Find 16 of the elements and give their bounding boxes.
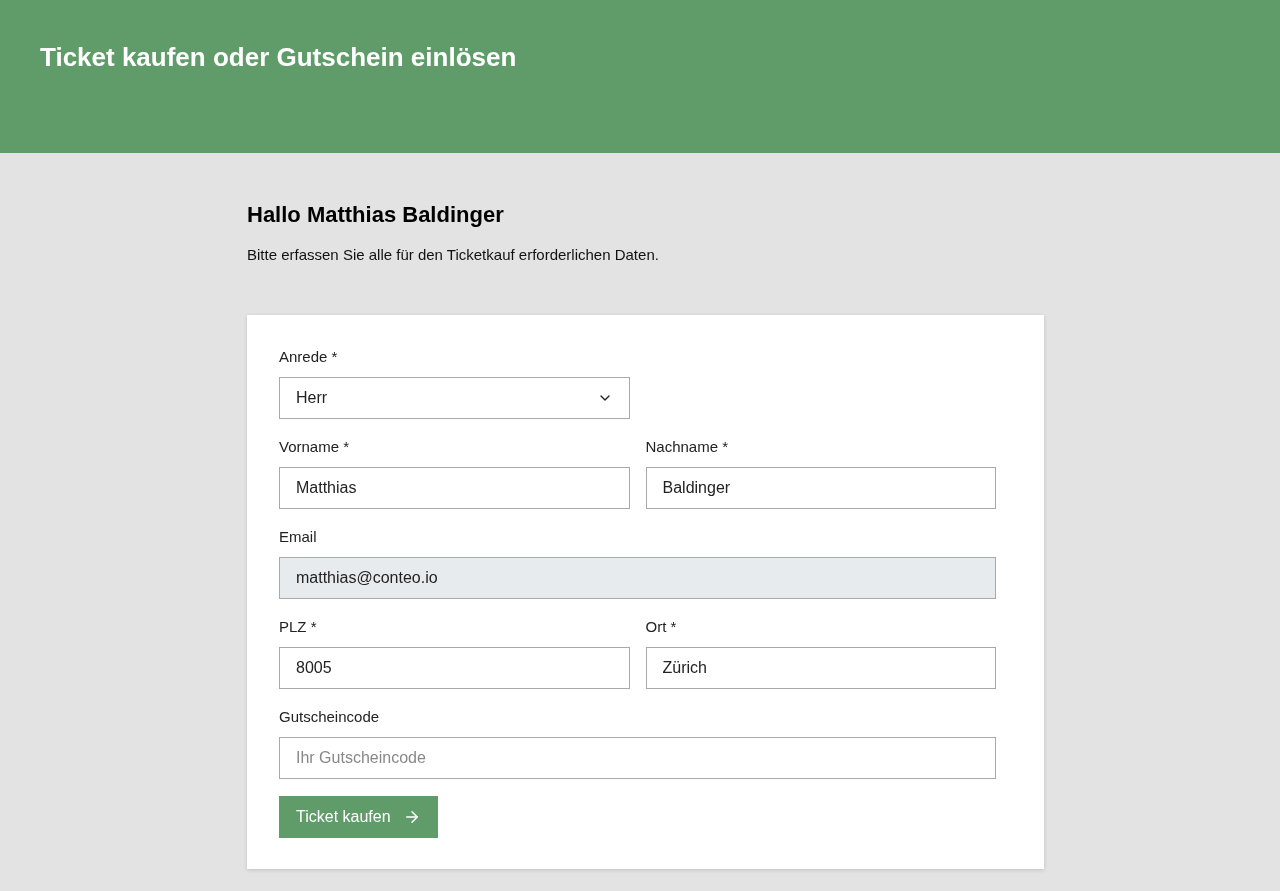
field-label: Ort * [645,617,678,637]
greeting-heading: Hallo Matthias Baldinger [247,201,505,229]
field-label: Vorname * [279,437,351,457]
field-label: PLZ * [279,617,318,637]
field-label: Anrede * [279,347,339,367]
field-label: Email [279,527,318,547]
salutation-select[interactable]: Herr [279,377,630,419]
field-label: Gutscheincode [279,707,381,727]
field-label: Nachname * [645,437,730,457]
input-field[interactable]: Ihr Gutscheincode [279,737,996,779]
intro-text: Bitte erfassen Sie alle für den Ticketkauf erforderlichen Daten. [247,245,660,265]
page-title: Ticket kaufen oder Gutschein einlösen [40,41,518,74]
input-field[interactable]: Zürich [645,647,996,689]
input-field[interactable]: Matthias [279,467,630,509]
input-field[interactable]: Baldinger [645,467,996,509]
input-field[interactable]: 8005 [279,647,630,689]
